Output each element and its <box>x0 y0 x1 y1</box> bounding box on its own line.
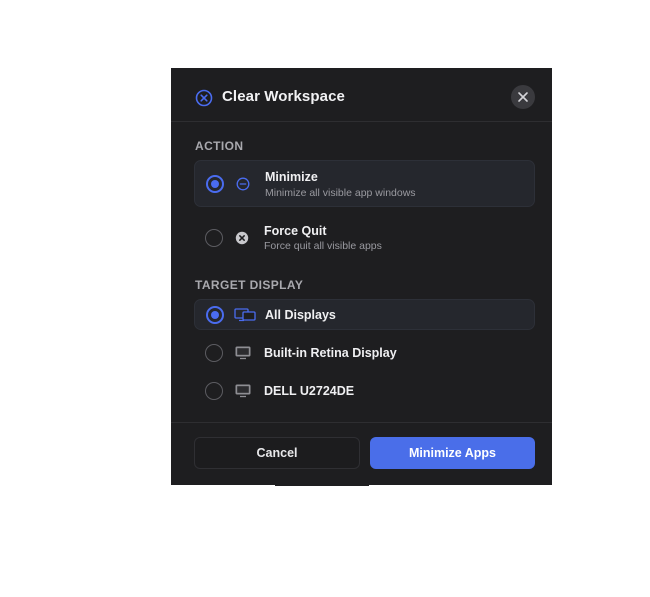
display-icon <box>235 384 251 403</box>
dialog-bottom-edge <box>275 484 369 486</box>
all-displays-title: All Displays <box>265 308 336 322</box>
minimize-title: Minimize <box>265 170 318 184</box>
minimize-subtitle: Minimize all visible app windows <box>265 187 416 199</box>
force-quit-title: Force Quit <box>264 224 327 238</box>
dell-display-radio[interactable] <box>205 382 223 400</box>
action-option-force-quit[interactable]: Force Quit Force quit all visible apps <box>194 214 535 261</box>
dialog-footer: Cancel Minimize Apps <box>171 422 552 485</box>
close-button[interactable] <box>511 85 535 109</box>
action-section-label: ACTION <box>195 139 244 153</box>
minus-circle-icon <box>236 177 250 196</box>
display-option-dell[interactable]: DELL U2724DE <box>194 375 535 406</box>
dialog-header: Clear Workspace <box>171 68 552 122</box>
cancel-button[interactable]: Cancel <box>194 437 360 469</box>
built-in-display-radio[interactable] <box>205 344 223 362</box>
x-circle-filled-icon <box>235 231 249 250</box>
target-display-section-label: TARGET DISPLAY <box>195 278 304 292</box>
action-option-minimize[interactable]: Minimize Minimize all visible app window… <box>194 160 535 207</box>
display-option-all[interactable]: All Displays <box>194 299 535 330</box>
force-quit-subtitle: Force quit all visible apps <box>264 240 382 252</box>
circle-x-icon <box>195 89 213 107</box>
multiple-displays-icon <box>234 308 256 327</box>
minimize-apps-button[interactable]: Minimize Apps <box>370 437 535 469</box>
display-option-built-in[interactable]: Built-in Retina Display <box>194 337 535 368</box>
force-quit-radio[interactable] <box>205 229 223 247</box>
clear-workspace-dialog: Clear Workspace ACTION Minimize Minimize… <box>171 68 552 485</box>
all-displays-radio[interactable] <box>206 306 224 324</box>
minimize-radio[interactable] <box>206 175 224 193</box>
close-icon <box>517 91 529 103</box>
display-icon <box>235 346 251 365</box>
built-in-display-title: Built-in Retina Display <box>264 346 397 360</box>
dell-display-title: DELL U2724DE <box>264 384 355 398</box>
dialog-title: Clear Workspace <box>222 88 345 105</box>
